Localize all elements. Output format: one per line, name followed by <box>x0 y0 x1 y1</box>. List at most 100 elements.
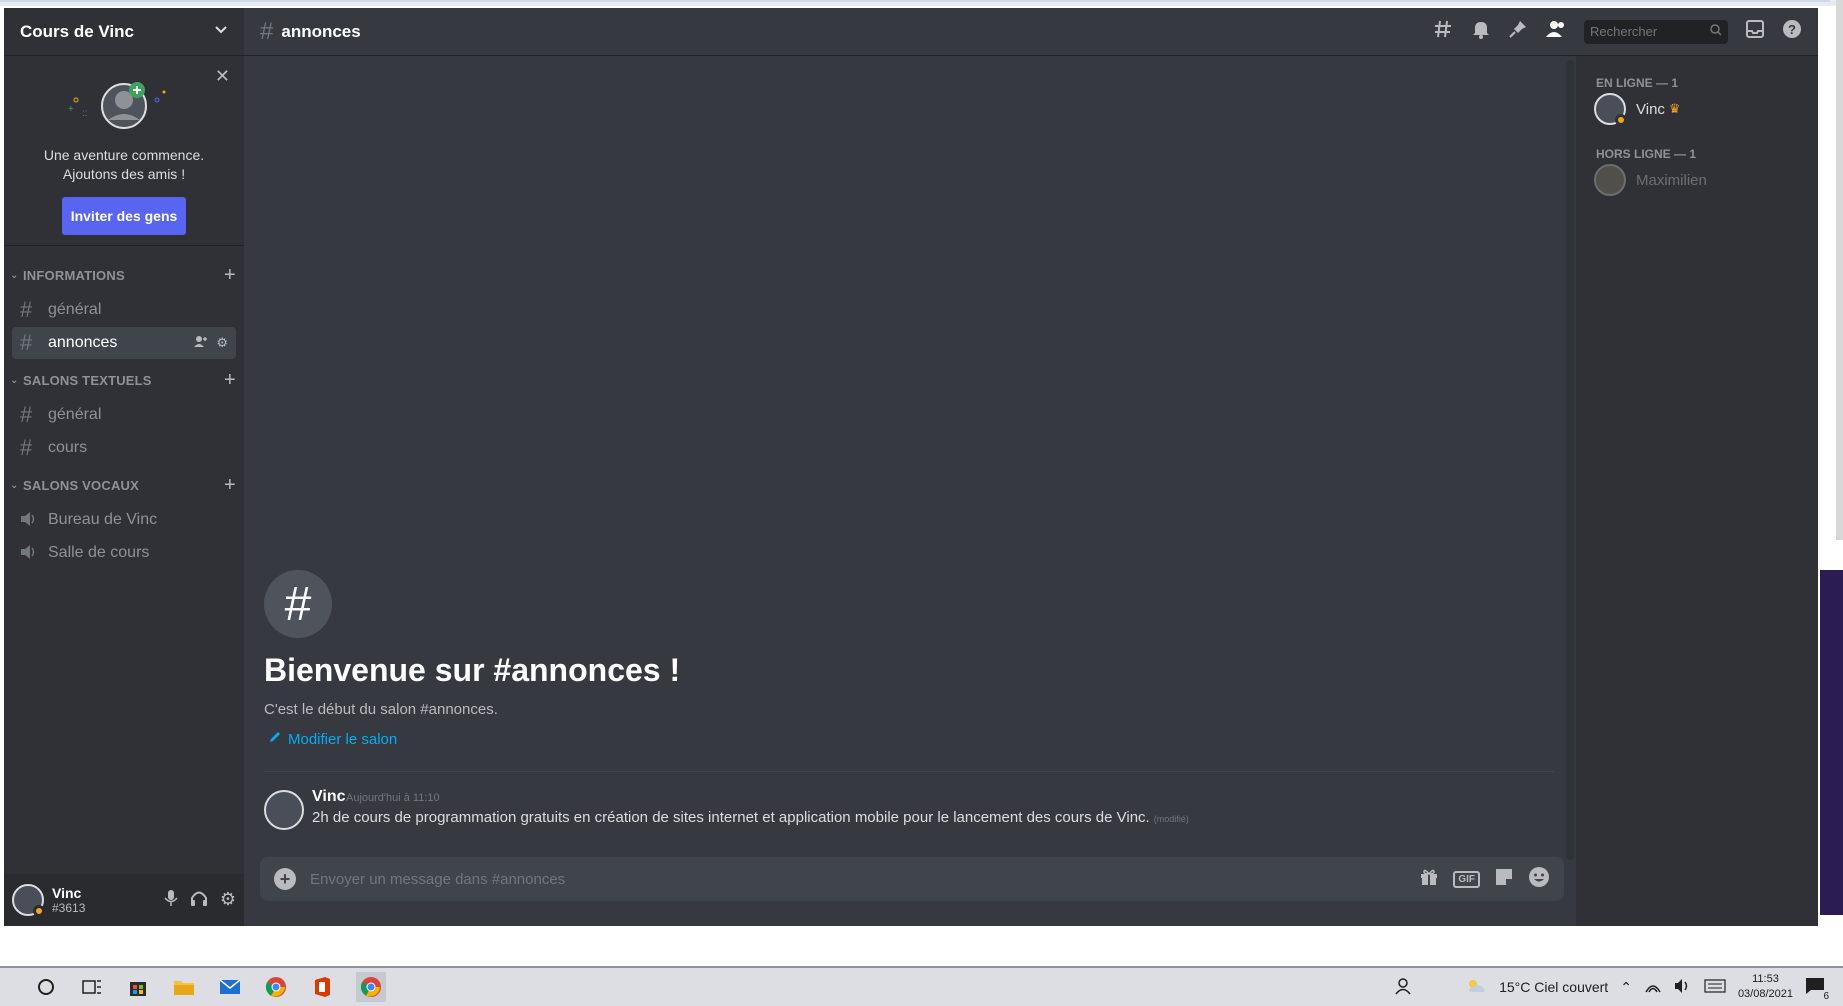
pencil-icon <box>268 730 282 748</box>
channel-sidebar: Cours de Vinc ✕ +:: Une aventure commen… <box>4 8 244 926</box>
message-scrollbar[interactable] <box>1566 60 1574 860</box>
message-area: # Bienvenue sur #annonces ! C'est le déb… <box>244 56 1574 856</box>
chevron-down-icon: ⌄ <box>10 374 19 386</box>
chrome-icon[interactable] <box>264 975 288 999</box>
sticker-icon[interactable] <box>1494 867 1514 892</box>
voice-channel-bureau[interactable]: Bureau de Vinc <box>12 504 236 536</box>
notification-count: 6 <box>1821 990 1831 1002</box>
search-icon <box>1710 24 1722 39</box>
voice-channel-salle[interactable]: Salle de cours <box>12 537 236 569</box>
mic-icon[interactable] <box>164 889 178 912</box>
store-icon[interactable] <box>126 975 150 999</box>
member-vinc[interactable]: Vinc ♛ <box>1594 91 1814 127</box>
welcome-title: Bienvenue sur #annonces ! <box>264 652 681 688</box>
category-informations[interactable]: ⌄ INFORMATIONS + <box>10 264 238 287</box>
hash-icon: # <box>20 330 33 355</box>
screen: Cours de Vinc ✕ +:: Une aventure commen… <box>0 0 1843 1006</box>
crown-icon: ♛ <box>1668 101 1681 116</box>
volume-icon[interactable] <box>1674 978 1692 997</box>
server-header[interactable]: Cours de Vinc <box>4 8 244 56</box>
browser-top-edge <box>0 0 1843 6</box>
add-member-icon[interactable] <box>194 335 208 352</box>
channel-label: cours <box>48 439 88 456</box>
category-salons-vocaux[interactable]: ⌄ SALONS VOCAUX + <box>10 474 238 497</box>
gear-icon[interactable]: ⚙ <box>216 335 228 352</box>
avatar <box>1594 93 1627 126</box>
background-window-edge <box>1820 570 1843 915</box>
weather-text[interactable]: 15°C Ciel couvert <box>1499 979 1608 995</box>
chevron-down-icon: ⌄ <box>10 479 19 491</box>
member-maximilien[interactable]: Maximilien <box>1594 162 1814 198</box>
invite-button[interactable]: Inviter des gens <box>62 197 186 235</box>
avatar[interactable] <box>12 884 45 917</box>
channel-title: annonces <box>281 21 361 41</box>
weather-icon <box>1465 978 1487 997</box>
channel-header: # annonces Rechercher ? <box>244 8 1818 56</box>
divider <box>264 771 1554 772</box>
channel-label: Salle de cours <box>48 544 150 561</box>
task-view-icon[interactable] <box>80 975 104 999</box>
idle-status-icon <box>1615 114 1627 126</box>
network-icon[interactable] <box>1644 978 1662 997</box>
add-channel-icon[interactable]: + <box>222 264 238 287</box>
add-attachment-icon[interactable]: + <box>274 868 296 890</box>
chevron-up-icon[interactable]: ⌃ <box>1620 979 1632 996</box>
hash-icon: # <box>260 17 274 45</box>
composer-placeholder: Envoyer un message dans #annonces <box>310 870 566 888</box>
add-channel-icon[interactable]: + <box>222 474 238 497</box>
gif-button[interactable]: GIF <box>1453 870 1480 888</box>
system-tray: 15°C Ciel couvert ⌃ 11:53 03/08/2021 6 <box>1395 972 1843 1002</box>
pin-icon[interactable] <box>1508 19 1528 44</box>
mail-icon[interactable] <box>218 975 242 999</box>
bell-icon[interactable] <box>1471 19 1491 44</box>
offline-header: HORS LIGNE — 1 <box>1596 147 1697 161</box>
idle-status-icon <box>33 905 45 917</box>
message-composer[interactable]: + Envoyer un message dans #annonces GIF <box>260 857 1564 901</box>
channel-general-text[interactable]: # général <box>12 399 236 431</box>
gear-icon[interactable]: ⚙ <box>220 889 236 912</box>
threads-icon[interactable] <box>1434 19 1454 44</box>
chevron-down-icon[interactable] <box>214 22 228 41</box>
edit-channel-link[interactable]: Modifier le salon <box>268 730 397 748</box>
channel-general-info[interactable]: # général <box>12 294 236 326</box>
category-label: INFORMATIONS <box>23 267 125 283</box>
channel-label: général <box>48 301 102 318</box>
page-scrollbar[interactable] <box>1836 0 1843 540</box>
channel-label: annonces <box>48 334 118 351</box>
taskbar: 15°C Ciel couvert ⌃ 11:53 03/08/2021 6 <box>0 966 1843 1006</box>
add-channel-icon[interactable]: + <box>222 369 238 392</box>
keyboard-icon[interactable] <box>1704 978 1726 996</box>
file-explorer-icon[interactable] <box>172 975 196 999</box>
member-name: Maximilien <box>1636 171 1707 189</box>
gift-icon[interactable] <box>1419 867 1439 892</box>
members-icon[interactable] <box>1545 19 1567 44</box>
office-icon[interactable] <box>310 975 334 999</box>
category-salons-textuels[interactable]: ⌄ SALONS TEXTUELS + <box>10 369 238 392</box>
member-list: EN LIGNE — 1 Vinc ♛ HORS LIGNE — 1 Maxim… <box>1576 56 1818 926</box>
edit-channel-label: Modifier le salon <box>288 730 398 748</box>
inbox-icon[interactable] <box>1745 19 1765 44</box>
user-tag: #3613 <box>52 901 86 915</box>
chrome-active-icon[interactable] <box>356 972 386 1002</box>
svg-text:::: :: <box>82 108 88 119</box>
avatar[interactable] <box>264 790 304 830</box>
search-icon[interactable] <box>34 975 58 999</box>
message-author[interactable]: Vinc <box>312 788 346 806</box>
close-icon[interactable]: ✕ <box>215 66 230 87</box>
headphones-icon[interactable] <box>190 889 208 912</box>
emoji-icon[interactable] <box>1528 866 1550 893</box>
message-body: 2h de cours de programmation gratuits en… <box>312 809 1189 826</box>
people-icon[interactable] <box>1395 977 1413 998</box>
invite-card: ✕ + :: Une aventure commence. Ajoutons d… <box>4 56 244 246</box>
category-label: SALONS TEXTUELS <box>23 372 152 388</box>
channel-annonces[interactable]: # annonces ⚙ <box>12 327 236 359</box>
invite-text-line1: Une aventure commence. <box>43 147 205 163</box>
help-icon[interactable]: ? <box>1782 19 1802 44</box>
channel-cours[interactable]: # cours <box>12 432 236 464</box>
channel-label: général <box>48 406 102 423</box>
notifications-icon[interactable]: 6 <box>1805 977 1831 1002</box>
search-input[interactable]: Rechercher <box>1584 19 1728 44</box>
clock[interactable]: 11:53 03/08/2021 <box>1738 972 1793 1002</box>
category-label: SALONS VOCAUX <box>23 477 140 493</box>
speaker-icon <box>20 507 42 533</box>
